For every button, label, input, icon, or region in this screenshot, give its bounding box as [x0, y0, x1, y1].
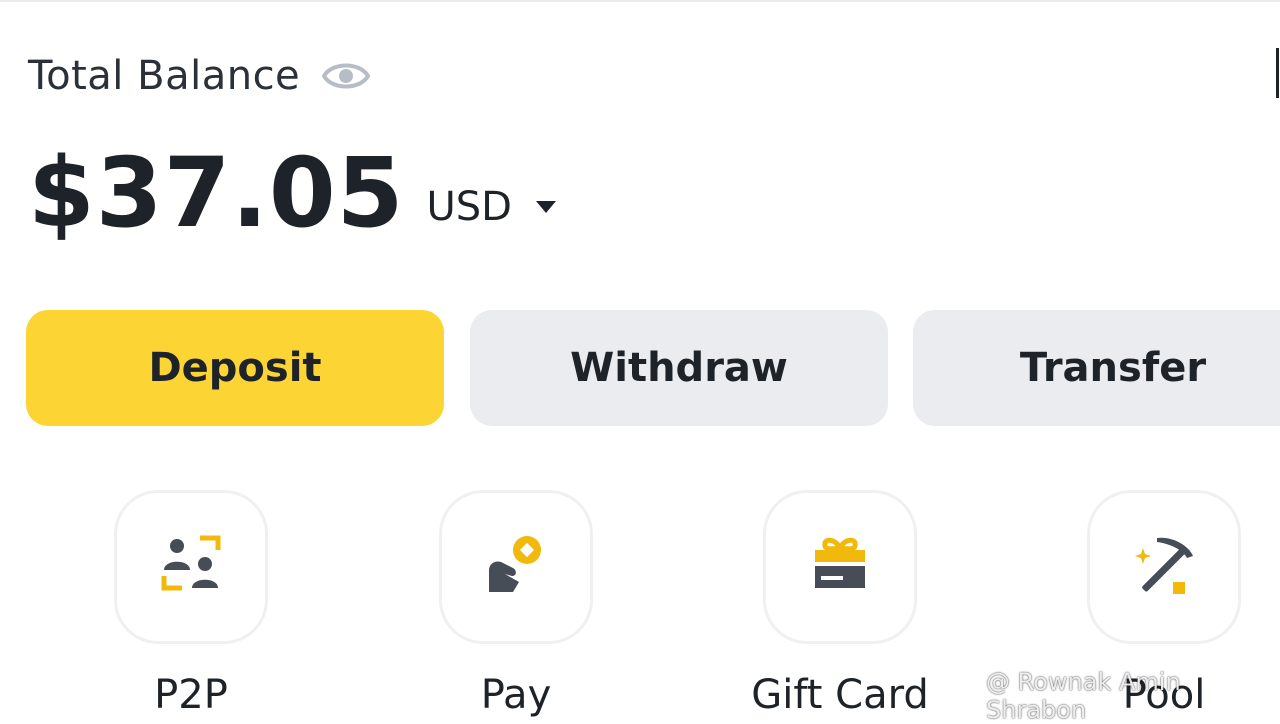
balance-header: Total Balance: [28, 50, 371, 102]
eye-icon[interactable]: [321, 58, 371, 94]
transfer-button[interactable]: Transfer: [913, 310, 1280, 426]
edge-indicator: [1276, 48, 1279, 98]
gift-card-shortcut[interactable]: [763, 490, 917, 644]
pay-label: Pay: [480, 672, 552, 718]
p2p-shortcut[interactable]: [114, 490, 268, 644]
balance-amount-row: $37.05 USD: [28, 138, 556, 248]
p2p-label: P2P: [154, 672, 228, 718]
watermark-text: @ Rownak Amin Shrabon: [986, 668, 1181, 724]
deposit-button[interactable]: Deposit: [26, 310, 444, 426]
pay-shortcut[interactable]: [439, 490, 593, 644]
p2p-icon: [160, 534, 222, 600]
caret-down-icon[interactable]: [535, 200, 556, 214]
total-balance-label: Total Balance: [28, 53, 301, 99]
currency-selector[interactable]: USD: [426, 184, 511, 230]
pay-icon: [485, 534, 547, 600]
pool-shortcut[interactable]: [1087, 490, 1241, 644]
withdraw-button[interactable]: Withdraw: [470, 310, 888, 426]
gift-card-label: Gift Card: [751, 672, 929, 718]
watermark-logo-icon: [952, 682, 980, 710]
top-divider: [0, 0, 1280, 2]
pickaxe-icon: [1133, 534, 1195, 600]
watermark: @ Rownak Amin Shrabon: [952, 668, 1280, 724]
balance-amount: $37.05: [28, 137, 405, 249]
gift-card-icon: [809, 534, 871, 600]
